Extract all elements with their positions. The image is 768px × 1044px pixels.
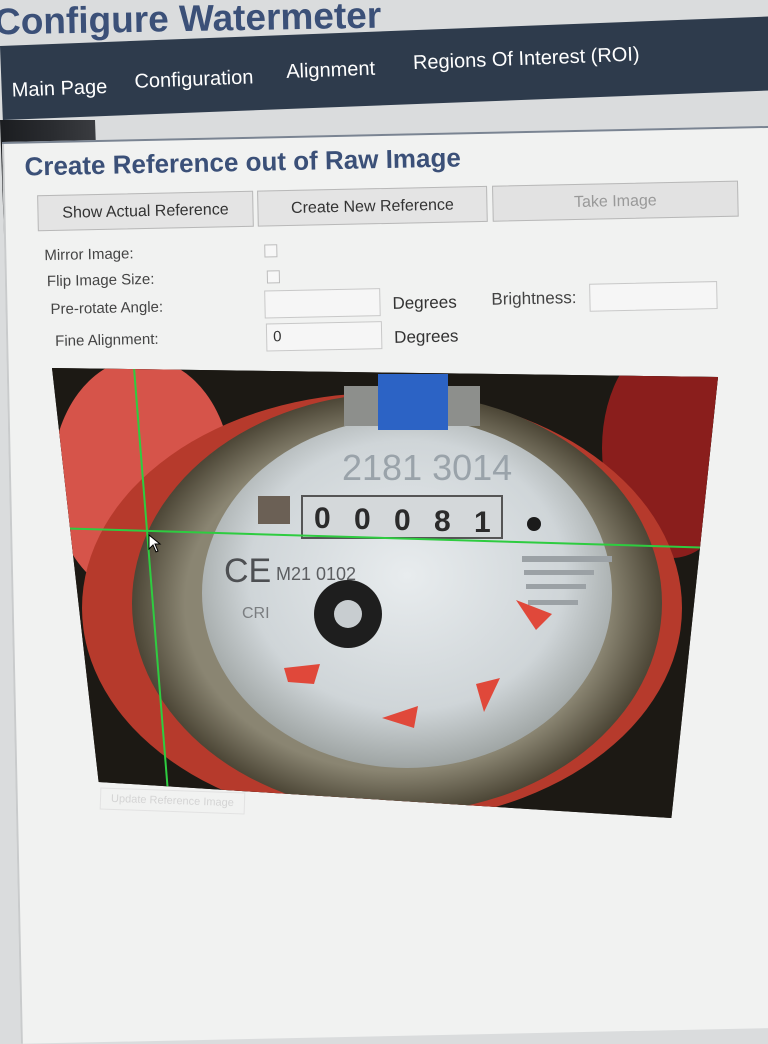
flip-image-size-label: Flip Image Size: — [46, 270, 155, 291]
digit-3: 0 — [394, 504, 411, 537]
digit-5: 1 — [474, 506, 491, 539]
mouse-cursor-icon — [148, 534, 162, 553]
brightness-label: Brightness: — [491, 288, 577, 309]
digit-1: 0 — [314, 502, 331, 535]
nav-configuration[interactable]: Configuration — [134, 66, 254, 94]
meter-serial: 2181 3014 — [342, 447, 512, 488]
mirror-image-label: Mirror Image: — [44, 245, 134, 265]
digit-4: 8 — [434, 505, 451, 538]
ce-mark: CE — [224, 552, 271, 590]
fine-alignment-unit: Degrees — [393, 326, 459, 347]
create-new-reference-button[interactable]: Create New Reference — [257, 185, 488, 227]
show-actual-reference-button[interactable]: Show Actual Reference — [37, 190, 254, 232]
nav-main-page[interactable]: Main Page — [11, 76, 107, 103]
fine-alignment-label: Fine Alignment: — [55, 330, 159, 350]
mirror-image-checkbox[interactable] — [264, 244, 278, 258]
prerotate-angle-label: Pre-rotate Angle: — [50, 298, 164, 319]
meter-cri: CRI — [242, 605, 270, 622]
take-image-button[interactable]: Take Image — [492, 180, 739, 222]
section-heading: Create Reference out of Raw Image — [24, 142, 462, 182]
fine-alignment-input[interactable]: 0 — [265, 321, 383, 352]
raw-meter-image[interactable]: 2181 3014 0 0 0 8 1 CE M21 0102 CRI — [52, 368, 718, 818]
blue-clip — [378, 374, 448, 430]
prerotate-unit: Degrees — [392, 292, 457, 313]
prerotate-angle-input[interactable] — [264, 288, 381, 319]
flip-image-size-checkbox[interactable] — [266, 270, 281, 284]
browser-page: Configure Watermeter Main Page Configura… — [0, 0, 768, 1044]
meter-photo-svg: 2181 3014 0 0 0 8 1 CE M21 0102 CRI — [52, 368, 718, 818]
nav-alignment[interactable]: Alignment — [286, 58, 376, 84]
nav-roi[interactable]: Regions Of Interest (ROI) — [413, 43, 640, 75]
brightness-input[interactable] — [589, 281, 718, 312]
digit-2: 0 — [354, 503, 371, 536]
